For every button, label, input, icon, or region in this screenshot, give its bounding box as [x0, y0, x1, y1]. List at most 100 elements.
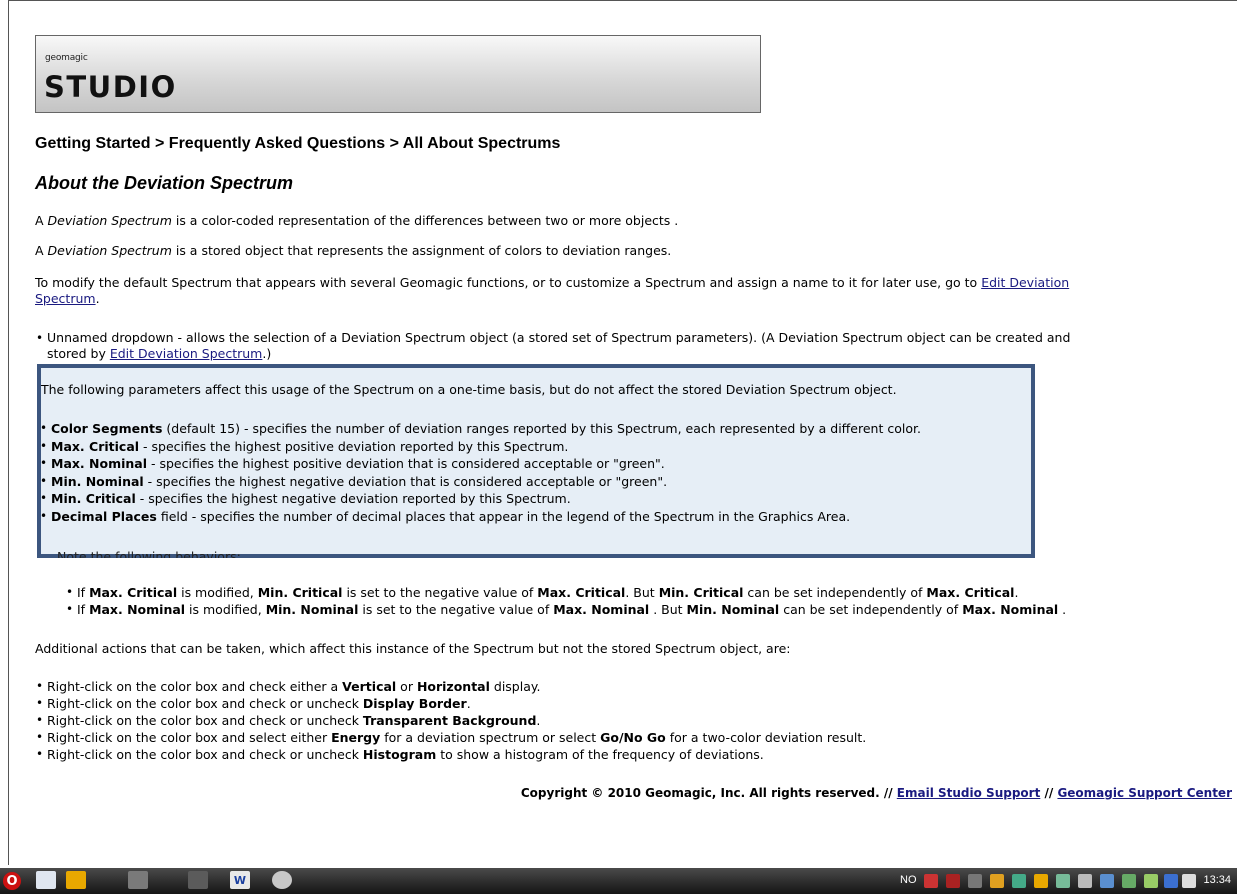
t: Display Border	[362, 696, 467, 711]
tray-tool-icon[interactable]	[968, 874, 982, 888]
t: is set to the negative value of	[358, 602, 554, 617]
t: or	[396, 679, 417, 694]
param-name: Min. Nominal	[51, 473, 144, 489]
t: .	[1058, 602, 1067, 617]
t: Transparent Background	[362, 713, 537, 728]
paragraph-modify: To modify the default Spectrum that appe…	[35, 275, 1069, 307]
param-desc: (default 15) - specifies the number of d…	[162, 421, 921, 436]
param-desc: - specifies the highest negative deviati…	[143, 473, 668, 489]
breadcrumb: Getting Started > Frequently Asked Quest…	[35, 135, 561, 152]
tray-antivirus-icon[interactable]	[924, 874, 938, 888]
highlight-box: The following parameters affect this usa…	[37, 364, 1035, 558]
t: can be set independently of	[743, 585, 927, 600]
edit-deviation-spectrum-link[interactable]: Edit Deviation Spectrum	[110, 346, 263, 361]
t: If	[77, 585, 90, 600]
param-name: Min. Critical	[51, 491, 136, 506]
t: If	[77, 602, 90, 617]
t: Histogram	[362, 747, 437, 762]
para1-post: is a color-coded representation of the d…	[171, 213, 679, 228]
copyright-sep: //	[1040, 786, 1058, 800]
t: . But	[649, 602, 687, 617]
tray-folder-icon[interactable]	[1034, 874, 1048, 888]
bluetooth-icon[interactable]	[1164, 874, 1178, 888]
param-desc: - specifies the highest negative deviati…	[135, 491, 571, 506]
logo-big-text: STUDIO	[44, 70, 177, 104]
para1-pre: A	[35, 213, 48, 228]
browser-icon[interactable]	[272, 871, 292, 889]
dropdown-text-2: stored by	[47, 346, 110, 361]
t: Right-click on the color box and check o…	[47, 747, 363, 762]
parameter-item-min-nominal: Min. Nominal - specifies the highest neg…	[39, 473, 921, 491]
para2-em: Deviation Spectrum	[47, 243, 172, 258]
edit-deviation-link[interactable]: Edit Deviation	[981, 275, 1069, 290]
t: Min. Nominal	[686, 602, 780, 617]
paragraph-definition: A Deviation Spectrum is a color-coded re…	[35, 213, 678, 229]
t: Max. Critical	[537, 585, 626, 600]
geomagic-studio-logo: geomagic STUDIO	[35, 35, 761, 113]
tray-shield-icon[interactable]	[946, 874, 960, 888]
parameter-list: Color Segments (default 15) - specifies …	[39, 420, 921, 525]
parameter-item-min-critical: Min. Critical - specifies the highest ne…	[39, 490, 921, 508]
action-item-transparent: Right-click on the color box and check o…	[35, 712, 866, 729]
t: Right-click on the color box and check o…	[47, 696, 363, 711]
t: Right-click on the color box and check e…	[47, 679, 343, 694]
tray-chart-icon[interactable]	[1012, 874, 1026, 888]
t: .	[466, 696, 471, 711]
para1-em: Deviation Spectrum	[47, 213, 172, 228]
action-item-histogram: Right-click on the color box and check o…	[35, 746, 866, 763]
param-name: Decimal Places	[51, 508, 157, 524]
t: Energy	[331, 730, 381, 745]
param-name: Color Segments	[51, 421, 163, 436]
t: for a two-color deviation result.	[665, 730, 867, 745]
geomagic-support-center-link[interactable]: Geomagic Support Center	[1057, 786, 1232, 800]
email-studio-support-link[interactable]: Email Studio Support	[897, 786, 1041, 800]
t: is modified,	[185, 602, 266, 617]
t: display.	[489, 679, 541, 694]
behavior-item-nominal: If Max. Nominal is modified, Min. Nomina…	[65, 601, 1066, 618]
dropdown-bullet-list: Unnamed dropdown - allows the selection …	[35, 330, 1070, 362]
t: Max. Critical	[926, 585, 1015, 600]
logo-small-text: geomagic	[45, 53, 88, 63]
actions-list: Right-click on the color box and check e…	[35, 678, 866, 763]
tool-icon[interactable]	[188, 871, 208, 889]
tray-network-icon[interactable]	[1122, 874, 1136, 888]
para2-pre: A	[35, 243, 48, 258]
note-behaviors: Note the following behaviors:	[57, 550, 241, 558]
start-button[interactable]: O	[3, 872, 21, 890]
t: is modified,	[177, 585, 258, 600]
parameter-item-decimal-places: Decimal Places field - specifies the num…	[39, 508, 921, 526]
tray-disk-icon[interactable]	[1078, 874, 1092, 888]
copyright-footer: Copyright © 2010 Geomagic, Inc. All righ…	[521, 786, 1232, 800]
tray-sync-icon[interactable]	[1182, 874, 1196, 888]
tray-note-icon[interactable]	[990, 874, 1004, 888]
tray-update-icon[interactable]	[1144, 874, 1158, 888]
action-item-orientation: Right-click on the color box and check e…	[35, 678, 866, 695]
param-desc: - specifies the highest positive deviati…	[147, 456, 665, 471]
folder-icon[interactable]	[66, 871, 86, 889]
language-indicator[interactable]: NO	[900, 874, 917, 886]
t: Right-click on the color box and check o…	[47, 713, 363, 728]
spectrum-link[interactable]: Spectrum	[35, 291, 96, 306]
t: . But	[625, 585, 659, 600]
save-icon[interactable]	[36, 871, 56, 889]
tray-app-icon[interactable]	[1056, 874, 1070, 888]
t: is set to the negative value of	[342, 585, 538, 600]
param-name: Max. Nominal	[51, 456, 148, 471]
param-name: Max. Critical	[51, 438, 140, 454]
highlight-intro: The following parameters affect this usa…	[41, 382, 897, 397]
behavior-item-critical: If Max. Critical is modified, Min. Criti…	[65, 584, 1066, 601]
t: Max. Nominal	[962, 602, 1059, 617]
para3-tail: .	[95, 291, 100, 306]
dropdown-text: Unnamed dropdown - allows the selection …	[47, 330, 1071, 345]
clock[interactable]: 13:34	[1203, 874, 1231, 886]
tray-display-icon[interactable]	[1100, 874, 1114, 888]
param-desc: - specifies the highest positive deviati…	[139, 438, 569, 454]
parameter-item-max-nominal: Max. Nominal - specifies the highest pos…	[39, 455, 921, 473]
action-item-border: Right-click on the color box and check o…	[35, 695, 866, 712]
t: Min. Critical	[658, 585, 744, 600]
additional-actions-intro: Additional actions that can be taken, wh…	[35, 641, 791, 656]
t: Min. Nominal	[265, 602, 359, 617]
paint-icon[interactable]	[128, 871, 148, 889]
t: Vertical	[342, 679, 397, 694]
word-icon[interactable]: W	[230, 871, 250, 889]
